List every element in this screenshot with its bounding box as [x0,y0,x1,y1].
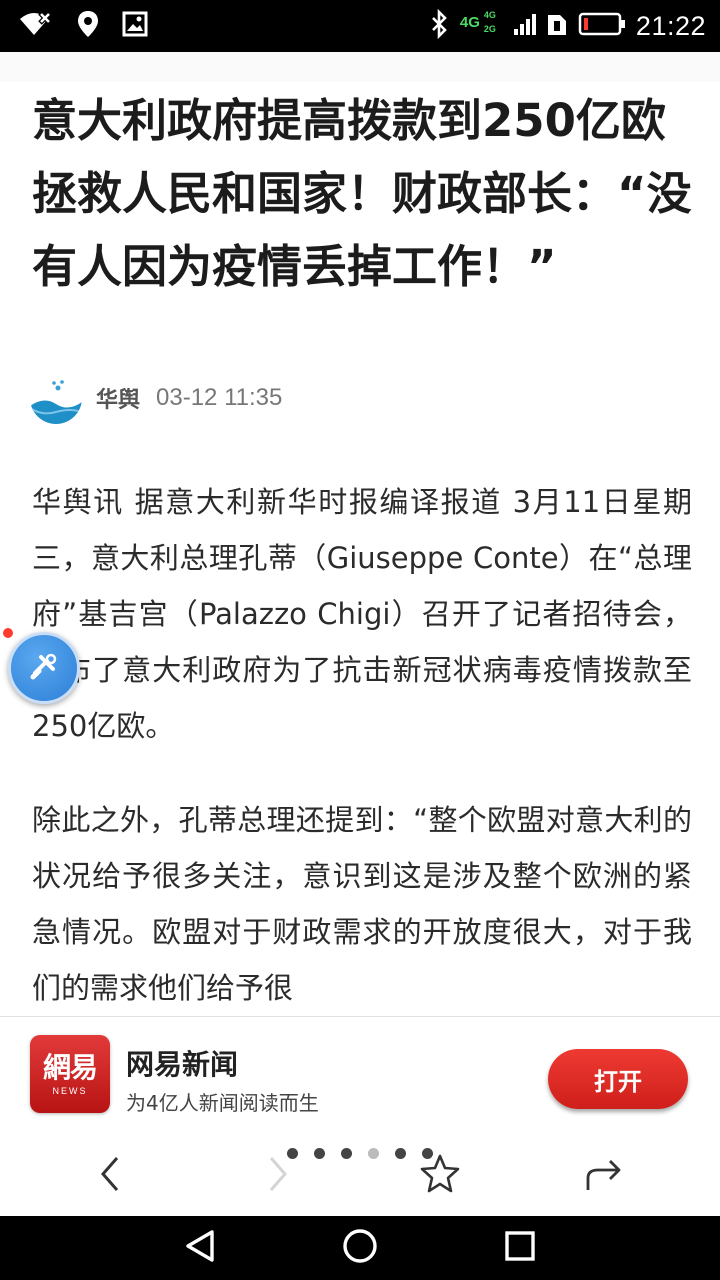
back-icon [95,1154,125,1198]
system-home-button[interactable] [330,1222,390,1274]
network-primary: 4G [459,14,480,31]
location-pin-icon [76,9,100,43]
signal-icon [513,11,536,41]
logo-text: 網易 [42,1051,98,1084]
page-dot-active [368,1148,379,1159]
browser-toolbar [0,1128,720,1216]
page-top-strip [0,52,720,82]
app-slogan: 为4亿人新闻阅读而生 [126,1091,319,1115]
system-recents-button[interactable] [490,1222,550,1274]
share-icon [582,1154,626,1198]
app-download-banner: 網易 NEWS 网易新闻 为4亿人新闻阅读而生 打开 [0,1016,720,1130]
open-app-button[interactable]: 打开 [548,1049,688,1109]
page-dot [314,1148,325,1159]
notification-dot [3,628,13,638]
system-nav-bar [0,1216,720,1280]
page-dot [341,1148,352,1159]
netease-news-logo[interactable]: 網易 NEWS [30,1035,110,1113]
app-name: 网易新闻 [126,1048,239,1081]
wifi-x-icon [16,9,54,43]
nav-home-icon [340,1226,380,1270]
image-icon [122,11,148,41]
back-button[interactable] [80,1146,140,1206]
share-button[interactable] [574,1146,634,1206]
article-headline: 意大利政府提高拨款到250亿欧拯救人民和国家！财政部长：“没有人因为疫情丢掉工作… [32,94,692,293]
forward-icon [263,1154,293,1198]
source-name[interactable]: 华舆 [96,382,140,414]
network-type-badge: 4G 4G 2G [460,8,504,44]
article-paragraph-1: 华舆讯 据意大利新华时报编译报道 3月11日星期三，意大利总理孔蒂（Giusep… [32,485,692,743]
system-back-button[interactable] [170,1222,230,1274]
clock: 21:22 [635,10,706,41]
article-paragraph-2: 除此之外，孔蒂总理还提到：“整个欧盟对意大利的状况给予很多关注，意识到这是涉及整… [32,803,692,1005]
bookmark-button[interactable] [410,1146,470,1206]
article-meta: 华舆 03-12 11:35 [30,372,282,424]
network-secondary-top: 4G [483,10,496,20]
sim-icon [546,11,568,41]
battery-low-icon [578,11,626,41]
nav-back-icon [180,1226,220,1270]
network-secondary-bottom: 2G [483,24,496,34]
tool-icon [27,649,61,687]
forward-button[interactable] [248,1146,308,1206]
source-avatar[interactable] [30,372,82,424]
floating-assist-button[interactable] [8,632,80,704]
page-dot [395,1148,406,1159]
logo-subtext: NEWS [52,1086,88,1096]
publish-time: 03-12 11:35 [156,384,283,411]
status-bar: 4G 4G 2G 21:22 [0,0,720,52]
star-icon [418,1152,462,1200]
nav-recents-icon [500,1226,540,1270]
bluetooth-icon [430,8,450,43]
